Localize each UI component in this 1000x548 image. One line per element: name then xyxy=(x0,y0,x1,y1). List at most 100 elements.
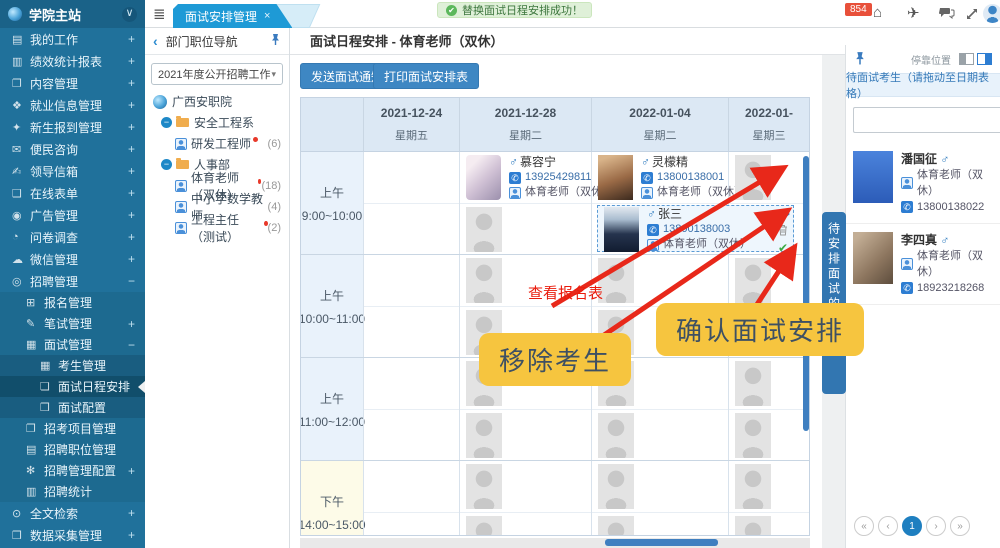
schedule-cell[interactable] xyxy=(729,410,809,461)
candidate-photo xyxy=(853,232,893,284)
page-first-button[interactable]: « xyxy=(854,516,874,536)
chevron-down-icon[interactable]: ∨ xyxy=(122,7,137,22)
schedule-cell[interactable] xyxy=(364,461,459,513)
sidebar-item-data-collect[interactable]: ❒数据采集管理+ xyxy=(0,524,145,546)
schedule-cell[interactable] xyxy=(364,358,459,410)
schedule-cell[interactable] xyxy=(592,255,728,307)
search-icon: ⊙ xyxy=(12,507,30,520)
search-input[interactable] xyxy=(853,107,1000,133)
collapse-node-icon[interactable]: − xyxy=(161,117,172,128)
schedule-cell[interactable] xyxy=(364,255,459,307)
sidebar-item-recruit-position[interactable]: ▤招聘职位管理 xyxy=(0,439,145,460)
collapse-left-icon[interactable]: ‹ xyxy=(153,33,158,49)
print-schedule-button[interactable]: 打印面试安排表 xyxy=(373,63,479,89)
sidebar-item-convenience[interactable]: ✉便民咨询+ xyxy=(0,138,145,160)
tree-leaf-job[interactable]: 研发工程师 (6) xyxy=(145,133,289,154)
view-application-icon[interactable] xyxy=(776,208,790,222)
sidebar-item-recruit-project[interactable]: ❐招考项目管理 xyxy=(0,418,145,439)
project-select[interactable]: 2021年度公开招聘工作人员... ▾ xyxy=(151,63,283,85)
sidebar-item-candidate-mgmt[interactable]: ▦考生管理 xyxy=(0,355,145,376)
pending-candidate-item[interactable]: 李四真 ♂ 体育老师（双休） ✆18923218268 xyxy=(846,224,1000,305)
vertical-scrollbar[interactable] xyxy=(803,156,809,431)
page-last-button[interactable]: » xyxy=(950,516,970,536)
sidebar-item-written-exam[interactable]: ✎笔试管理+ xyxy=(0,313,145,334)
sidebar-item-interview-schedule[interactable]: ❏面试日程安排 xyxy=(0,376,145,397)
placeholder-avatar xyxy=(466,413,502,458)
pending-candidate-item[interactable]: 潘国征 ♂ 体育老师（双休） ✆13800138022 xyxy=(846,143,1000,224)
page-number[interactable]: 1 xyxy=(902,516,922,536)
sidebar-item-my-work[interactable]: ▤我的工作+ xyxy=(0,28,145,50)
sidebar-item-online-forms[interactable]: ❑在线表单+ xyxy=(0,182,145,204)
menu-label: 微信管理 xyxy=(30,251,128,268)
sidebar-item-fulltext-search[interactable]: ⊙全文检索+ xyxy=(0,502,145,524)
dock-right-icon[interactable] xyxy=(977,53,992,65)
sidebar-item-leader-mailbox[interactable]: ✍领导信箱+ xyxy=(0,160,145,182)
folder-icon xyxy=(176,118,189,127)
app-header[interactable]: 学院主站 ∨ xyxy=(0,0,145,28)
schedule-cell[interactable] xyxy=(460,513,591,537)
confirm-schedule-icon[interactable]: ✔ xyxy=(778,241,788,255)
department-nav-panel: ‹ 部门职位导航 2021年度公开招聘工作人员... ▾ 广西安职院 − 安全工… xyxy=(145,28,290,548)
wechat-icon: ☁ xyxy=(12,253,30,266)
pin-icon[interactable] xyxy=(270,33,281,49)
schedule-cell[interactable] xyxy=(729,461,809,513)
schedule-cell[interactable] xyxy=(592,410,728,461)
notification-badge[interactable]: 854 xyxy=(845,3,872,16)
collapse-node-icon[interactable]: − xyxy=(161,159,172,170)
schedule-cell[interactable] xyxy=(460,204,591,255)
schedule-cell[interactable] xyxy=(592,461,728,513)
schedule-cell[interactable] xyxy=(460,461,591,513)
schedule-cell[interactable] xyxy=(729,513,809,537)
candidate-card[interactable]: ♂慕容宁 ✆13925429811 体育老师（双休） xyxy=(460,152,591,203)
dock-left-icon[interactable] xyxy=(959,53,974,65)
schedule-cell[interactable] xyxy=(729,152,809,204)
schedule-cell[interactable] xyxy=(729,255,809,307)
collapse-sidebar-icon[interactable]: ≣ xyxy=(153,5,166,23)
close-icon[interactable]: × xyxy=(264,10,270,22)
pin-icon[interactable] xyxy=(854,51,866,68)
sidebar-item-employment[interactable]: ❖就业信息管理+ xyxy=(0,94,145,116)
home-icon[interactable]: ⌂ xyxy=(873,4,882,21)
schedule-cell[interactable] xyxy=(729,358,809,410)
sidebar-item-recruit-stats[interactable]: ▥招聘统计 xyxy=(0,481,145,502)
sidebar-item-performance-report[interactable]: ▥绩效统计报表+ xyxy=(0,50,145,72)
sidebar-item-signup[interactable]: ⊞报名管理 xyxy=(0,292,145,313)
sidebar-item-recruit[interactable]: ◎招聘管理− xyxy=(0,270,145,292)
sidebar-item-interview-config[interactable]: ❒面试配置 xyxy=(0,397,145,418)
schedule-cell[interactable] xyxy=(364,204,459,255)
candidate-card[interactable]: ♂灵檬精 ✆13800138001 体育老师（双休） xyxy=(592,152,728,203)
sidebar-item-wechat[interactable]: ☁微信管理+ xyxy=(0,248,145,270)
schedule-cell[interactable] xyxy=(364,410,459,461)
chat-icon[interactable] xyxy=(939,7,955,24)
tree-root[interactable]: 广西安职院 xyxy=(145,91,289,112)
weekday-label: 星期三 xyxy=(753,127,786,143)
sidebar-item-recruit-config[interactable]: ✻招聘管理配置+ xyxy=(0,460,145,481)
schedule-cell[interactable]: ♂灵檬精 ✆13800138001 体育老师（双休） xyxy=(592,152,728,204)
page-prev-button[interactable]: ‹ xyxy=(878,516,898,536)
selected-candidate-card[interactable]: ♂张三 ✆13800138003 体育老师（双休） ✔ xyxy=(597,205,794,252)
sidebar-item-survey[interactable]: ◔问卷调查+ xyxy=(0,226,145,248)
schedule-cell[interactable] xyxy=(364,152,459,204)
tab-interview-arrangement[interactable]: 面试安排管理 × xyxy=(173,4,292,28)
user-avatar[interactable] xyxy=(983,4,1000,23)
schedule-cell[interactable]: ♂慕容宁 ✆13925429811 体育老师（双休） xyxy=(460,152,591,204)
sidebar-item-content[interactable]: ❐内容管理+ xyxy=(0,72,145,94)
menu-label: 报名管理 xyxy=(44,294,135,311)
schedule-cell[interactable] xyxy=(364,513,459,537)
send-icon[interactable]: ✈ xyxy=(907,4,920,22)
remove-candidate-icon[interactable] xyxy=(778,224,788,239)
fullscreen-icon[interactable] xyxy=(965,7,979,25)
schedule-cell[interactable] xyxy=(364,307,459,358)
scrollbar-thumb[interactable] xyxy=(605,539,718,546)
sidebar-item-interview-mgmt[interactable]: ▦面试管理− xyxy=(0,334,145,355)
schedule-cell[interactable] xyxy=(592,513,728,537)
page-next-button[interactable]: › xyxy=(926,516,946,536)
candidate-name: 灵檬精 xyxy=(652,155,688,169)
doc-icon: ❐ xyxy=(26,422,44,435)
sidebar-item-ads[interactable]: ◉广告管理+ xyxy=(0,204,145,226)
schedule-cell[interactable] xyxy=(460,410,591,461)
tree-node-dept[interactable]: − 安全工程系 xyxy=(145,112,289,133)
male-icon: ♂ xyxy=(641,155,650,169)
horizontal-scrollbar[interactable] xyxy=(300,538,810,548)
sidebar-item-new-student[interactable]: ✦新生报到管理+ xyxy=(0,116,145,138)
